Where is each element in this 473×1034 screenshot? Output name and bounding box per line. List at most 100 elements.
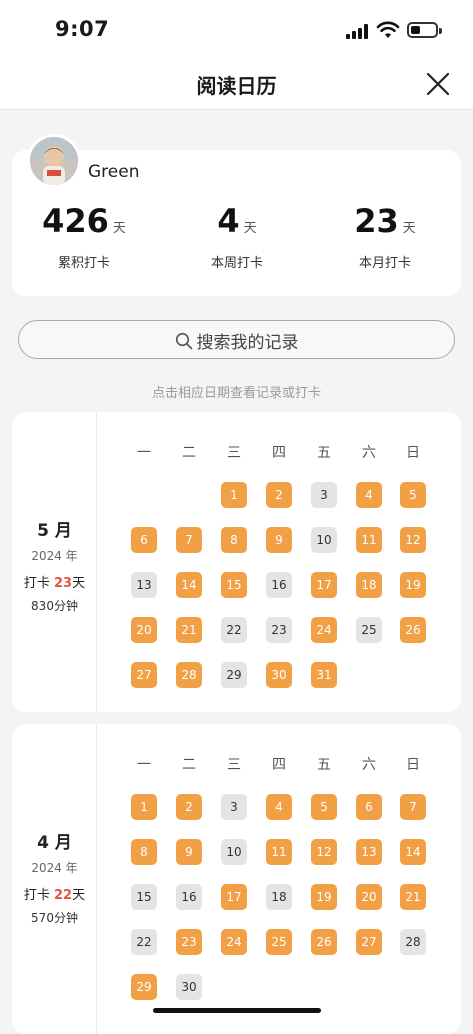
month-year: 2024 年 [31, 549, 78, 563]
month-checkin: 打卡 22天 [12, 884, 97, 903]
calendar-day[interactable]: 18 [266, 884, 292, 910]
calendar-day[interactable]: 12 [311, 839, 337, 865]
username: Green [88, 162, 140, 182]
stat-week-value: 4 [217, 202, 240, 240]
month-checkin: 打卡 23天 [12, 572, 97, 591]
calendar-day[interactable]: 1 [221, 482, 247, 508]
calendar-day[interactable]: 29 [221, 662, 247, 688]
stat-total: 426 天 累积打卡 [9, 202, 159, 271]
checkin-suffix: 天 [72, 576, 86, 591]
calendar-day[interactable]: 10 [221, 839, 247, 865]
calendar-day[interactable]: 26 [400, 617, 426, 643]
calendar-day[interactable]: 5 [400, 482, 426, 508]
calendar-day[interactable]: 25 [266, 929, 292, 955]
calendar-day[interactable]: 30 [176, 974, 202, 1000]
calendar-day[interactable]: 27 [356, 929, 382, 955]
search-placeholder: 搜索我的记录 [196, 333, 299, 353]
home-indicator [153, 1008, 321, 1013]
weekday-label: 五 [317, 757, 331, 773]
weekday-label: 六 [362, 757, 376, 773]
calendar-day[interactable]: 2 [176, 794, 202, 820]
calendar-day[interactable]: 18 [356, 572, 382, 598]
stat-month-unit: 天 [402, 221, 416, 236]
calendar-day[interactable]: 4 [356, 482, 382, 508]
calendar-day[interactable]: 16 [266, 572, 292, 598]
calendar-day[interactable]: 14 [176, 572, 202, 598]
calendar-day[interactable]: 21 [176, 617, 202, 643]
stat-week-unit: 天 [243, 221, 257, 236]
calendar-day[interactable]: 27 [131, 662, 157, 688]
month-minutes: 830分钟 [31, 599, 78, 613]
calendar-day[interactable]: 8 [131, 839, 157, 865]
calendar-day[interactable]: 3 [221, 794, 247, 820]
close-icon[interactable] [425, 71, 451, 97]
calendar-day[interactable]: 29 [131, 974, 157, 1000]
calendar-day[interactable]: 20 [131, 617, 157, 643]
calendar-day[interactable]: 12 [400, 527, 426, 553]
status-time: 9:07 [55, 17, 110, 41]
stat-total-label: 累积打卡 [57, 256, 110, 271]
weekday-label: 三 [227, 757, 241, 773]
calendar-day[interactable]: 1 [131, 794, 157, 820]
checkin-suffix: 天 [72, 888, 86, 903]
calendar-day[interactable]: 9 [176, 839, 202, 865]
calendar-day[interactable]: 15 [221, 572, 247, 598]
calendar-day[interactable]: 23 [176, 929, 202, 955]
calendar-day[interactable]: 2 [266, 482, 292, 508]
calendar-day[interactable]: 17 [221, 884, 247, 910]
status-bar: 9:07 [0, 0, 473, 58]
calendar-day[interactable]: 19 [400, 572, 426, 598]
weekday-label: 日 [406, 757, 420, 773]
calendar-day[interactable]: 10 [311, 527, 337, 553]
calendar-day[interactable]: 31 [311, 662, 337, 688]
calendar-day[interactable]: 8 [221, 527, 247, 553]
calendar-day[interactable]: 25 [356, 617, 382, 643]
calendar-day[interactable]: 4 [266, 794, 292, 820]
calendar-day[interactable]: 21 [400, 884, 426, 910]
calendar-day[interactable]: 5 [311, 794, 337, 820]
search-input[interactable]: 搜索我的记录 [18, 320, 455, 359]
calendar-day[interactable]: 20 [356, 884, 382, 910]
calendar-day[interactable]: 11 [356, 527, 382, 553]
calendar-day[interactable]: 14 [400, 839, 426, 865]
calendar-day[interactable]: 15 [131, 884, 157, 910]
month-name: 4 月 [37, 833, 72, 853]
calendar-day[interactable]: 23 [266, 617, 292, 643]
calendar-day[interactable]: 17 [311, 572, 337, 598]
calendar-day[interactable]: 28 [176, 662, 202, 688]
calendar-day[interactable]: 3 [311, 482, 337, 508]
month-minutes: 570分钟 [31, 911, 78, 925]
calendar-day[interactable]: 7 [176, 527, 202, 553]
stat-week-label: 本周打卡 [210, 256, 263, 271]
cellular-signal-icon [346, 24, 370, 39]
checkin-prefix: 打卡 [23, 888, 55, 903]
calendar-day[interactable]: 24 [311, 617, 337, 643]
stat-total-value: 426 [42, 202, 109, 240]
profile-card: Green 426 天 累积打卡 4天 本周打卡 23 天 本月打卡 [9, 134, 461, 296]
avatar[interactable] [27, 134, 81, 188]
weekday-label: 六 [362, 445, 376, 461]
calendar-day[interactable]: 9 [266, 527, 292, 553]
hint-text: 点击相应日期查看记录或打卡 [151, 386, 321, 401]
calendar-day[interactable]: 28 [400, 929, 426, 955]
calendar-day[interactable]: 19 [311, 884, 337, 910]
calendar-day[interactable]: 26 [311, 929, 337, 955]
stat-month-value: 23 [354, 202, 399, 240]
calendar-day[interactable]: 13 [356, 839, 382, 865]
calendar-day[interactable]: 24 [221, 929, 247, 955]
calendar-day[interactable]: 11 [266, 839, 292, 865]
calendar-day[interactable]: 13 [131, 572, 157, 598]
calendar-day[interactable]: 22 [131, 929, 157, 955]
calendar-day[interactable]: 6 [356, 794, 382, 820]
calendar-day[interactable]: 16 [176, 884, 202, 910]
month-year: 2024 年 [31, 861, 78, 875]
calendar-day[interactable]: 7 [400, 794, 426, 820]
stat-month-label: 本月打卡 [358, 256, 411, 271]
calendar-day[interactable]: 22 [221, 617, 247, 643]
weekday-label: 日 [406, 445, 420, 461]
month-summary: 4 月 2024 年 打卡 22天 570分钟 [12, 724, 97, 1034]
calendar-day[interactable]: 30 [266, 662, 292, 688]
weekday-label: 四 [272, 445, 286, 461]
calendar-day[interactable]: 6 [131, 527, 157, 553]
page-title: 阅读日历 [196, 74, 277, 98]
